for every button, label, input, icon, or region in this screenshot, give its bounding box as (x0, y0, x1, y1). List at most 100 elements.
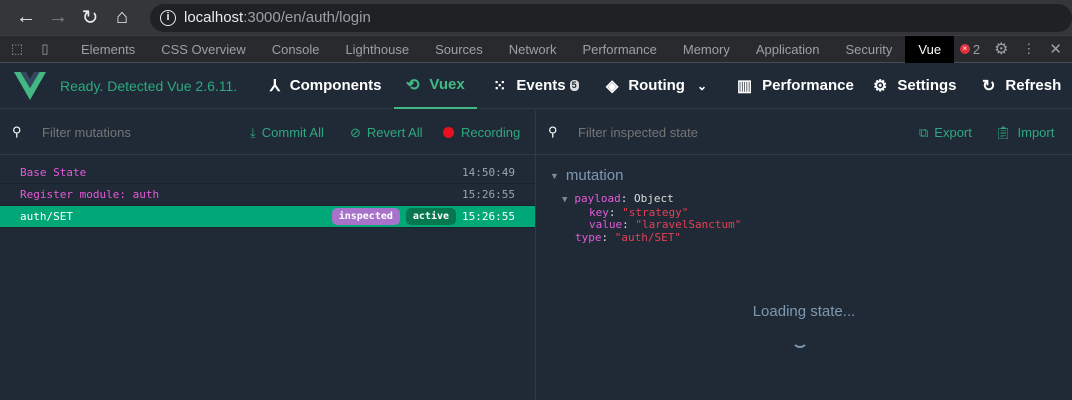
close-icon[interactable]: ✕ (1049, 40, 1062, 58)
more-icon[interactable]: ⋮ (1022, 41, 1035, 57)
search-icon: ⚲ (548, 124, 558, 139)
copy-icon: ⧉ (919, 124, 929, 140)
mutations-pane: ⚲ ⤓ Commit All ⊘ Revert All Recording Base… (0, 110, 536, 400)
tab-label: Performance (762, 77, 854, 94)
payload-node[interactable]: ▼ payload: Object (562, 192, 1072, 207)
settings-icon: ⚙ (873, 77, 888, 95)
import-label: Import (1017, 125, 1055, 140)
error-counter[interactable]: × 2 (959, 41, 981, 57)
tab-label: Routing (628, 77, 685, 94)
export-label: Export (934, 125, 972, 140)
state-filter-bar: ⚲ ⧉ Export 📋︎ Import (536, 110, 1072, 155)
refresh-icon: ↻ (982, 77, 996, 95)
vue-toolbar: Ready. Detected Vue 2.6.11. ⅄ Components … (0, 63, 1072, 109)
block-icon: ⊘ (350, 124, 361, 140)
mutation-row[interactable]: Register module: auth 15:26:55 (0, 184, 535, 206)
tab-label: Components (289, 77, 382, 94)
tab-console[interactable]: Console (259, 36, 333, 63)
browser-toolbar: ← → ↻ ⌂ i localhost:3000/en/auth/login (0, 0, 1072, 35)
clipboard-icon: 📋︎ (995, 124, 1012, 140)
tab-components[interactable]: ⅄ Components (270, 63, 381, 109)
tab-vuex[interactable]: ⟲ Vuex (394, 63, 477, 109)
download-icon: ⤓ (250, 124, 256, 140)
prop-value: Object (634, 192, 674, 205)
home-icon[interactable]: ⌂ (106, 6, 138, 29)
recording-button[interactable]: Recording (443, 110, 520, 155)
url-path: :3000/en/auth/login (243, 9, 371, 26)
loading-spinner-icon (792, 332, 808, 348)
inspected-badge[interactable]: inspected (331, 208, 400, 225)
error-count: 2 (972, 41, 981, 57)
tab-network[interactable]: Network (496, 36, 570, 63)
type-node: type: "auth/SET" (575, 230, 681, 244)
forward-icon[interactable]: → (42, 6, 74, 29)
tab-security[interactable]: Security (832, 36, 905, 63)
mutation-name: Register module: auth (20, 188, 160, 201)
history-icon: ⟲ (406, 76, 420, 94)
prop-value: "auth/SET" (614, 230, 681, 244)
import-button[interactable]: 📋︎ Import (995, 110, 1054, 155)
prop-key: value (589, 218, 623, 231)
search-icon: ⚲ (12, 124, 22, 139)
record-icon (443, 127, 454, 138)
reload-icon[interactable]: ↻ (74, 5, 106, 30)
commit-all-label: Commit All (261, 125, 324, 140)
filter-state-input[interactable] (578, 124, 778, 140)
tab-settings[interactable]: ⚙ Settings (873, 63, 957, 109)
prop-key: payload (574, 192, 621, 205)
tab-routing[interactable]: ◈ Routing ⌄ (606, 63, 707, 109)
tab-memory[interactable]: Memory (670, 36, 743, 63)
events-badge: 5 (569, 80, 579, 91)
prop-value: "laravelSanctum" (635, 218, 742, 231)
tab-performance[interactable]: Performance (569, 36, 669, 63)
address-bar[interactable]: i localhost:3000/en/auth/login (150, 3, 1072, 32)
chart-icon: ▥ (737, 77, 753, 95)
back-icon[interactable]: ← (10, 6, 42, 29)
info-icon[interactable]: i (160, 9, 176, 26)
mutation-time: 15:26:55 (462, 210, 515, 223)
mutation-row-selected[interactable]: auth/SET inspected active 15:26:55 (0, 206, 535, 228)
tab-events[interactable]: ⁙ Events 5 (493, 63, 579, 109)
mutation-time: 15:26:55 (462, 188, 515, 201)
devtools-tabbar: ⬚ ▯ Elements CSS Overview Console Lighth… (0, 35, 1072, 63)
tab-label: Events (516, 77, 566, 94)
loading-text: Loading state... (752, 303, 856, 320)
tab-elements[interactable]: Elements (68, 36, 148, 63)
url-host: localhost (184, 9, 244, 26)
routing-icon: ◈ (606, 77, 619, 95)
refresh-button[interactable]: ↻ Refresh (982, 63, 1061, 109)
events-icon: ⁙ (493, 77, 507, 95)
vue-logo (14, 71, 46, 100)
mutation-row[interactable]: Base State 14:50:49 (0, 162, 535, 184)
tab-application[interactable]: Application (743, 36, 833, 63)
section-title: mutation (565, 167, 624, 184)
collapse-triangle-icon[interactable]: ▼ (562, 195, 567, 205)
collapse-triangle-icon[interactable]: ▼ (550, 171, 559, 181)
export-button[interactable]: ⧉ Export (919, 110, 972, 155)
inspect-element-icon[interactable]: ⬚ (6, 41, 28, 57)
recording-label: Recording (461, 125, 521, 140)
error-icon: × (959, 44, 970, 54)
mutation-section[interactable]: ▼ mutation (550, 167, 1072, 184)
tab-vue[interactable]: Vue (905, 35, 955, 63)
mutation-name: Base State (20, 166, 87, 179)
device-toolbar-icon[interactable]: ▯ (34, 41, 56, 57)
state-pane: ⚲ ⧉Export 📋︎Import ▼mutation ▼payload: O… (536, 110, 1072, 400)
prop-value: "strategy" (622, 205, 689, 219)
components-icon: ⅄ (270, 77, 280, 95)
tab-css-overview[interactable]: CSS Overview (148, 36, 259, 63)
tab-label: Refresh (1005, 77, 1062, 94)
prop-key: key (589, 205, 609, 219)
filter-mutations-input[interactable] (42, 124, 222, 140)
prop-key: type (575, 230, 602, 244)
revert-all-button[interactable]: ⊘ Revert All (350, 110, 423, 155)
active-badge[interactable]: active (405, 208, 457, 225)
tab-performance[interactable]: ▥ Performance (737, 63, 854, 109)
tab-sources[interactable]: Sources (422, 36, 496, 63)
commit-all-button[interactable]: ⤓ Commit All (250, 110, 324, 155)
tab-label: Settings (897, 77, 957, 94)
tab-lighthouse[interactable]: Lighthouse (332, 36, 422, 63)
gear-icon[interactable]: ⚙ (994, 39, 1008, 59)
tab-label: Vuex (429, 76, 465, 93)
mutation-name: auth/SET (20, 210, 73, 223)
